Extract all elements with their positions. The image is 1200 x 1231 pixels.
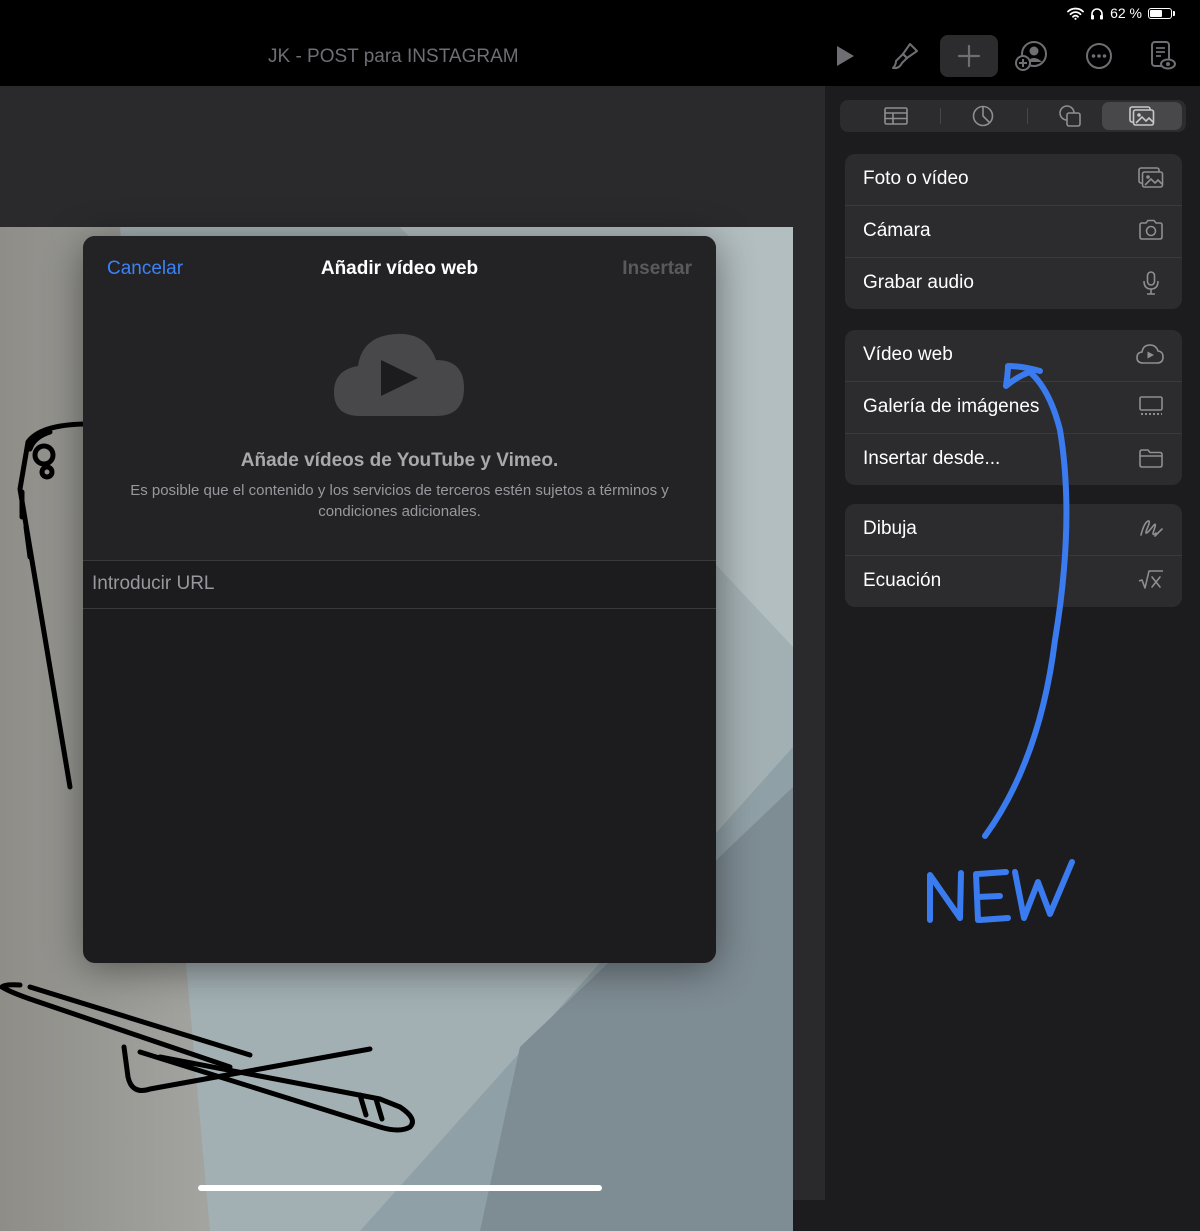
battery-icon (1148, 7, 1175, 19)
menu-item-label: Foto o vídeo (863, 168, 969, 189)
app-toolbar: JK - POST para INSTAGRAM (0, 28, 1200, 86)
menu-item-label: Dibuja (863, 518, 917, 539)
add-web-video-dialog: Cancelar Añadir vídeo web Insertar Añade… (83, 236, 716, 963)
media-group: Foto o vídeo Cámara Grabar audio (845, 154, 1182, 309)
more-icon (1086, 43, 1112, 69)
plus-icon (957, 44, 981, 68)
url-input[interactable] (92, 571, 692, 597)
status-bar: 62 % (0, 0, 1200, 28)
document-title[interactable]: JK - POST para INSTAGRAM (268, 46, 519, 68)
dialog-heading: Añade vídeos de YouTube y Vimeo. (240, 450, 559, 471)
more-button[interactable] (1070, 35, 1128, 77)
gallery-icon (1139, 396, 1163, 415)
draw-group: Dibuja Ecuación (845, 504, 1182, 607)
paintbrush-icon (892, 43, 918, 70)
microphone-icon (1143, 271, 1159, 295)
format-button[interactable] (876, 35, 934, 77)
tab-media[interactable] (1102, 102, 1182, 130)
play-icon (837, 46, 854, 66)
headphones-icon (1091, 7, 1104, 19)
menu-item-label: Cámara (863, 220, 931, 241)
menu-item-insert-from[interactable]: Insertar desde... (845, 433, 1182, 485)
menu-item-web-video[interactable]: Vídeo web (845, 330, 1182, 381)
home-indicator[interactable] (198, 1185, 602, 1191)
status-indicators: 62 % (1067, 5, 1175, 21)
menu-item-label: Insertar desde... (863, 448, 1001, 469)
collaborate-icon (1015, 41, 1047, 71)
menu-item-label: Grabar audio (863, 272, 974, 293)
menu-item-record-audio[interactable]: Grabar audio (845, 257, 1182, 309)
cloud-play-icon (1136, 344, 1164, 364)
equation-icon (1138, 570, 1163, 589)
battery-percentage: 62 % (1110, 5, 1142, 21)
tab-shapes[interactable] (1030, 100, 1110, 132)
menu-item-photo-video[interactable]: Foto o vídeo (845, 154, 1182, 205)
menu-item-label: Ecuación (863, 570, 942, 591)
dialog-disclaimer: Es posible que el contenido y los servic… (130, 482, 669, 520)
presenter-notes-button[interactable] (1133, 35, 1191, 77)
shapes-icon (1059, 105, 1081, 127)
cancel-button[interactable]: Cancelar (107, 258, 183, 280)
notes-eye-icon (1151, 41, 1176, 70)
cloud-play-icon (334, 333, 464, 416)
menu-item-image-gallery[interactable]: Galería de imágenes (845, 381, 1182, 433)
drawing-icon (1140, 520, 1163, 537)
dialog-info: Añade vídeos de YouTube y Vimeo. Es posi… (83, 302, 716, 561)
media-icon (1129, 106, 1155, 126)
tab-charts[interactable] (943, 100, 1023, 132)
url-row (83, 560, 716, 609)
dialog-header: Cancelar Añadir vídeo web Insertar (83, 236, 716, 303)
menu-item-camera[interactable]: Cámara (845, 205, 1182, 257)
menu-item-equation[interactable]: Ecuación (845, 555, 1182, 607)
collaborate-button[interactable] (1003, 35, 1061, 77)
web-group: Vídeo web Galería de imágenes Insertar d… (845, 330, 1182, 485)
wifi-icon (1067, 7, 1084, 20)
photo-icon (1138, 167, 1164, 188)
insert-button[interactable] (940, 35, 998, 77)
menu-item-draw[interactable]: Dibuja (845, 504, 1182, 555)
table-icon (884, 107, 908, 125)
menu-item-label: Galería de imágenes (863, 396, 1040, 417)
insert-category-tabs (840, 100, 1186, 132)
menu-item-label: Vídeo web (863, 344, 953, 365)
camera-icon (1139, 219, 1163, 240)
insert-button-disabled[interactable]: Insertar (622, 258, 692, 280)
chart-icon (972, 105, 994, 127)
folder-icon (1139, 449, 1163, 468)
tab-tables[interactable] (856, 100, 936, 132)
insert-panel: Foto o vídeo Cámara Grabar audio Vídeo w… (825, 86, 1200, 1200)
play-button[interactable] (816, 35, 874, 77)
